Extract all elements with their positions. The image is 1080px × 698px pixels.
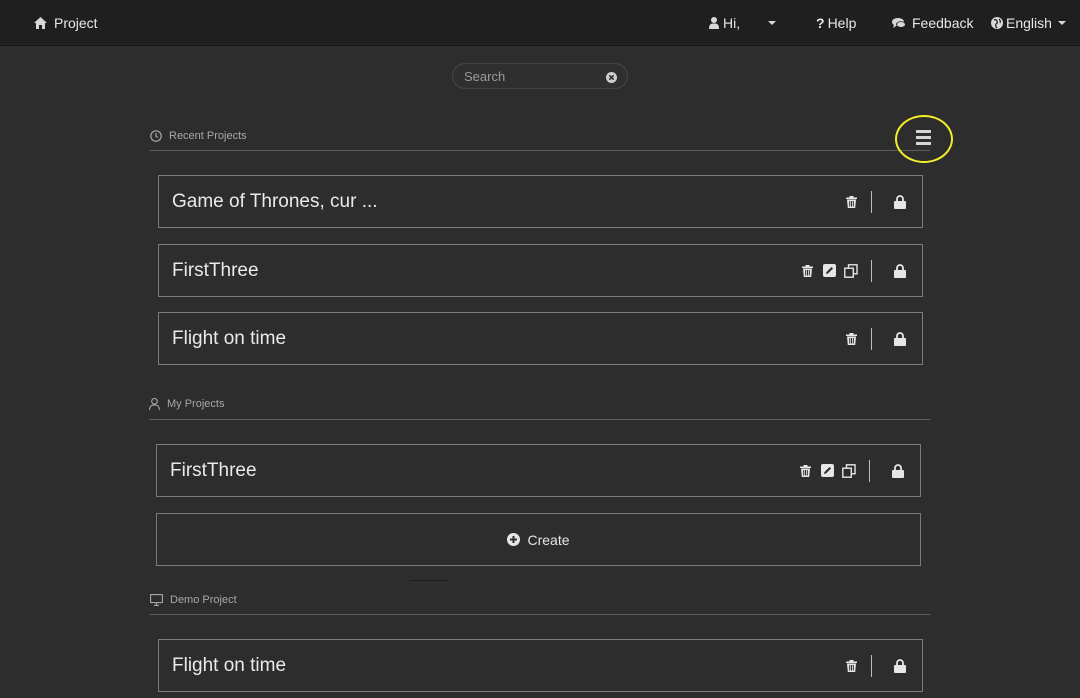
lock-icon[interactable] <box>892 331 908 347</box>
search-input[interactable] <box>464 68 604 84</box>
nav-feedback[interactable]: Feedback <box>892 0 973 45</box>
nav-language[interactable]: English <box>991 0 1066 45</box>
trash-icon[interactable] <box>843 658 859 674</box>
nav-project-label: Project <box>54 14 98 31</box>
person-icon <box>149 398 167 410</box>
project-card[interactable]: Flight on time <box>158 312 923 365</box>
home-icon <box>34 16 47 29</box>
chevron-down-icon <box>1057 20 1066 25</box>
create-project-button[interactable]: Create <box>156 513 921 566</box>
section-title-demo: Demo Project <box>170 594 237 606</box>
chevron-down-icon <box>768 20 776 25</box>
project-title: Flight on time <box>172 327 287 349</box>
nav-feedback-label: Feedback <box>912 14 974 31</box>
section-header-demo: Demo Project <box>150 592 237 608</box>
nav-help-label: Help <box>827 14 857 31</box>
chat-icon <box>892 17 906 29</box>
project-actions <box>837 640 908 691</box>
edit-icon[interactable] <box>821 263 837 279</box>
section-title-my: My Projects <box>167 398 225 410</box>
clear-icon[interactable] <box>606 70 617 88</box>
project-actions <box>837 176 908 227</box>
copy-icon[interactable] <box>843 263 859 279</box>
nav-project[interactable]: Project <box>34 0 98 45</box>
view-menu-button[interactable] <box>895 115 953 163</box>
section-title-recent: Recent Projects <box>169 130 247 142</box>
edit-icon[interactable] <box>819 463 835 479</box>
section-divider <box>150 614 930 615</box>
copy-icon[interactable] <box>841 463 857 479</box>
top-navbar: Project Hi, ? Help Feedback English <box>0 0 1080 46</box>
trash-icon[interactable] <box>843 194 859 210</box>
nav-help[interactable]: ? Help <box>816 0 856 45</box>
action-divider <box>871 190 872 213</box>
lock-icon[interactable] <box>892 658 908 674</box>
action-divider <box>869 459 870 482</box>
project-actions <box>791 445 906 496</box>
clock-icon <box>150 130 169 142</box>
user-dropdown-toggle[interactable] <box>768 0 776 45</box>
divider <box>410 580 448 581</box>
search-box <box>452 63 628 89</box>
trash-icon[interactable] <box>799 263 815 279</box>
globe-icon <box>991 16 1003 29</box>
project-card[interactable]: Flight on time <box>158 639 923 692</box>
lock-icon[interactable] <box>890 463 906 479</box>
section-divider <box>150 150 930 151</box>
project-card[interactable]: Game of Thrones, cur ... <box>158 175 923 228</box>
trash-icon[interactable] <box>843 331 859 347</box>
lock-icon[interactable] <box>892 263 908 279</box>
lock-icon[interactable] <box>892 194 908 210</box>
create-label: Create <box>527 531 570 548</box>
section-header-my: My Projects <box>149 396 224 412</box>
nav-user[interactable]: Hi, <box>709 0 740 45</box>
action-divider <box>871 259 872 282</box>
project-title: FirstThree <box>170 459 257 481</box>
project-title: Flight on time <box>172 654 287 676</box>
menu-icon <box>915 129 931 145</box>
monitor-icon <box>150 594 170 606</box>
action-divider <box>871 654 872 677</box>
project-title: Game of Thrones, cur ... <box>172 190 378 212</box>
project-title: FirstThree <box>172 259 259 281</box>
plus-circle-icon <box>507 533 527 546</box>
trash-icon[interactable] <box>797 463 813 479</box>
project-card[interactable]: FirstThree <box>158 244 923 297</box>
question-icon: ? <box>816 14 825 31</box>
project-actions <box>837 313 908 364</box>
user-icon <box>709 16 719 29</box>
project-actions <box>793 245 908 296</box>
nav-user-greeting: Hi, <box>723 14 741 31</box>
nav-language-label: English <box>1006 14 1052 31</box>
project-card[interactable]: FirstThree <box>156 444 921 497</box>
section-header-recent: Recent Projects <box>150 128 247 144</box>
section-divider <box>149 419 930 420</box>
action-divider <box>871 327 872 350</box>
